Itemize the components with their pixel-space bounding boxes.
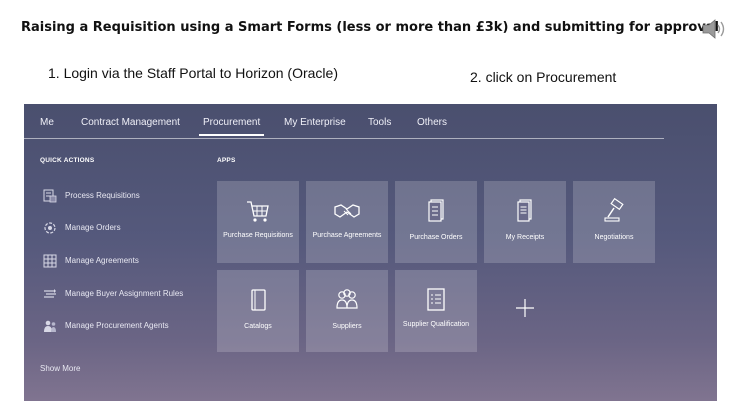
tile-catalogs[interactable]: Catalogs: [217, 270, 299, 352]
process-requisitions-icon: [42, 188, 58, 204]
tile-label: My Receipts: [505, 234, 545, 241]
checklist-icon: [421, 286, 451, 314]
tile-label: Supplier Qualification: [402, 321, 470, 328]
add-tile-button[interactable]: [484, 270, 566, 352]
document-stack-icon: [421, 197, 451, 225]
nav-me[interactable]: Me: [40, 117, 54, 128]
tile-purchase-requisitions[interactable]: Purchase Requisitions: [217, 181, 299, 263]
shopping-cart-icon: [243, 197, 273, 225]
tile-purchase-orders[interactable]: Purchase Orders: [395, 181, 477, 263]
nav-contract-management[interactable]: Contract Management: [81, 117, 180, 128]
tile-label: Purchase Requisitions: [223, 232, 293, 239]
manage-agreements-icon: [42, 253, 58, 269]
tile-label: Purchase Agreements: [312, 232, 382, 239]
quick-action-label: Manage Agreements: [65, 256, 139, 265]
tile-label: Catalogs: [244, 323, 272, 330]
quick-action-process-requisitions[interactable]: Process Requisitions: [42, 188, 212, 204]
procurement-agents-icon: [42, 318, 58, 334]
show-more-link[interactable]: Show More: [40, 364, 80, 373]
tile-label: Negotiations: [594, 234, 634, 241]
quick-action-label: Manage Procurement Agents: [65, 321, 169, 330]
top-navigation: Me Contract Management Procurement My En…: [24, 104, 664, 139]
speaker-icon[interactable]: [700, 16, 730, 42]
nav-procurement[interactable]: Procurement: [198, 117, 265, 136]
tile-negotiations[interactable]: Negotiations: [573, 181, 655, 263]
receipt-icon: [510, 197, 540, 225]
step-2-text: 2. click on Procurement: [470, 69, 617, 85]
gavel-icon: [599, 197, 629, 225]
tile-label: Suppliers: [332, 323, 362, 330]
tile-my-receipts[interactable]: My Receipts: [484, 181, 566, 263]
tile-label: Purchase Orders: [409, 234, 463, 241]
buyer-assignment-rules-icon: [42, 286, 58, 302]
manage-orders-icon: [42, 220, 58, 236]
nav-tools[interactable]: Tools: [368, 117, 391, 128]
quick-action-label: Process Requisitions: [65, 191, 140, 200]
nav-my-enterprise[interactable]: My Enterprise: [284, 117, 346, 128]
quick-action-manage-buyer-assignment-rules[interactable]: Manage Buyer Assignment Rules: [42, 286, 212, 302]
apps-heading: APPS: [217, 157, 236, 164]
quick-action-label: Manage Buyer Assignment Rules: [65, 289, 184, 298]
tile-supplier-qualification[interactable]: Supplier Qualification: [395, 270, 477, 352]
tile-suppliers[interactable]: Suppliers: [306, 270, 388, 352]
slide-title: Raising a Requisition using a Smart Form…: [20, 20, 720, 35]
quick-action-manage-procurement-agents[interactable]: Manage Procurement Agents: [42, 318, 212, 334]
quick-action-label: Manage Orders: [65, 223, 121, 232]
quick-action-manage-agreements[interactable]: Manage Agreements: [42, 253, 212, 269]
quick-action-manage-orders[interactable]: Manage Orders: [42, 220, 212, 236]
people-icon: [332, 286, 362, 314]
oracle-screenshot: Me Contract Management Procurement My En…: [24, 104, 717, 401]
tile-purchase-agreements[interactable]: Purchase Agreements: [306, 181, 388, 263]
handshake-icon: [332, 197, 362, 225]
quick-actions-heading: QUICK ACTIONS: [40, 157, 95, 164]
nav-others[interactable]: Others: [417, 117, 447, 128]
plus-icon: [515, 298, 535, 318]
step-1-text: 1. Login via the Staff Portal to Horizon…: [48, 65, 338, 81]
book-icon: [243, 286, 273, 314]
